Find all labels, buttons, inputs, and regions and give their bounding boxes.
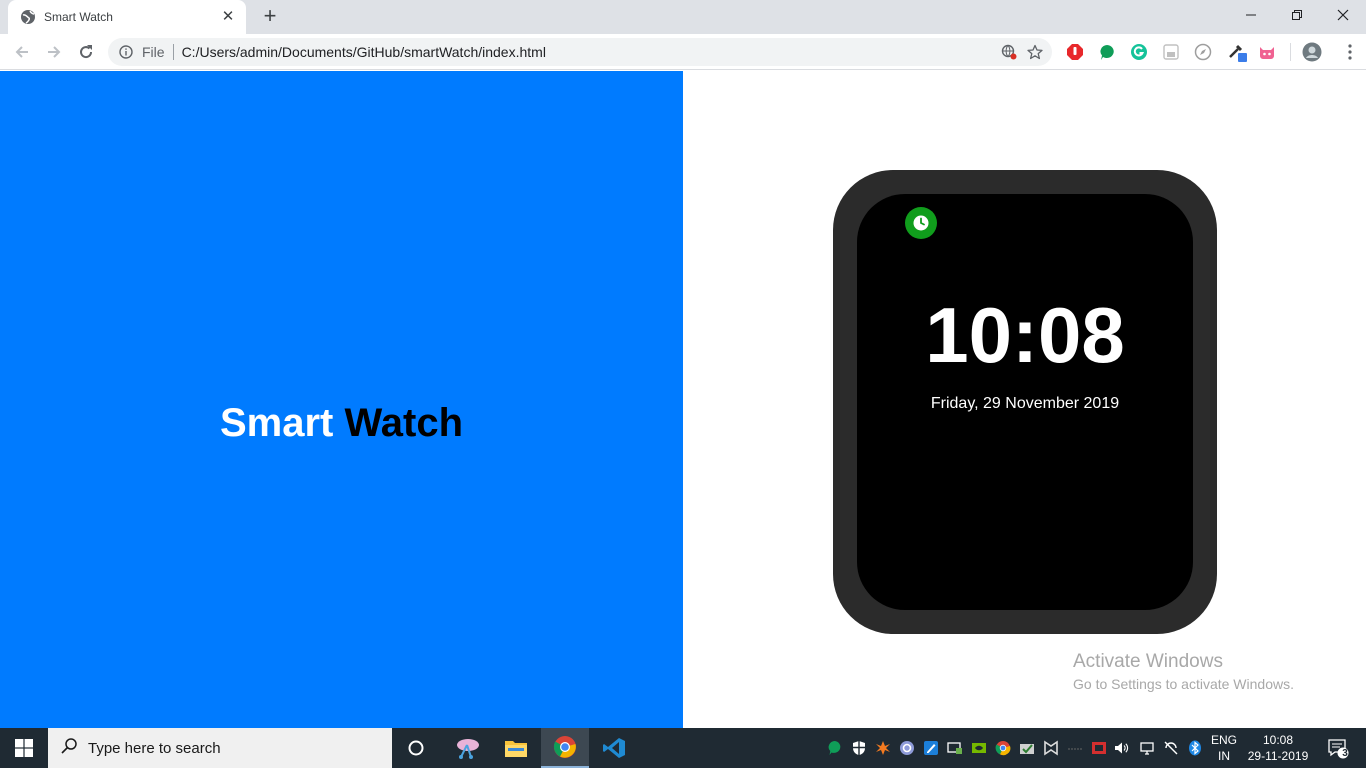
minimize-button[interactable] (1228, 0, 1274, 30)
language-code: ENG (1210, 733, 1237, 747)
activate-windows-title: Activate Windows (1073, 651, 1223, 672)
url-text[interactable]: C:/Users/admin/Documents/GitHub/smartWat… (182, 44, 996, 60)
tray-network-dots-icon[interactable] (1066, 739, 1084, 757)
cortana-button[interactable] (392, 728, 440, 768)
folder-icon (505, 741, 527, 757)
taskbar-app-explorer[interactable] (492, 728, 540, 768)
compass-extension-icon[interactable] (1193, 42, 1213, 62)
toolbar-divider (1290, 43, 1291, 61)
search-placeholder: Type here to search (88, 739, 221, 757)
browser-tab[interactable]: Smart Watch ✕ (8, 0, 246, 34)
tray-bluetooth-icon[interactable] (1186, 739, 1204, 757)
tray-security-icon[interactable] (850, 739, 868, 757)
hero-title-smart: Smart (219, 401, 334, 445)
action-center-button[interactable]: 3 (1318, 728, 1358, 768)
notification-count: 3 (1342, 748, 1348, 759)
tray-check-icon[interactable] (1018, 739, 1036, 757)
bookmark-star-icon[interactable] (1022, 39, 1048, 65)
tray-display-icon[interactable] (946, 739, 964, 757)
search-icon (60, 737, 78, 760)
clock-icon[interactable] (905, 207, 937, 239)
tray-editor-icon[interactable] (922, 739, 940, 757)
chat-extension-icon[interactable] (1097, 42, 1117, 62)
url-scheme-label: File (142, 44, 165, 60)
new-tab-button[interactable]: + (258, 5, 282, 29)
close-window-button[interactable] (1320, 0, 1366, 30)
grammarly-extension-icon[interactable] (1129, 42, 1149, 62)
save-extension-icon[interactable] (1161, 42, 1181, 62)
activate-windows-subtitle: Go to Settings to activate Windows. (1073, 676, 1294, 692)
tab-close-icon[interactable]: ✕ (220, 9, 236, 25)
watch-body: 10:08 Friday, 29 November 2019 (833, 170, 1217, 634)
hero-title-watch: Watch (344, 401, 464, 445)
back-button[interactable] (8, 38, 36, 66)
taskbar-clock[interactable]: 10:08 29-11-2019 (1244, 732, 1312, 764)
translate-icon[interactable] (996, 39, 1022, 65)
info-icon[interactable] (118, 44, 134, 60)
reload-icon (80, 45, 93, 59)
windows-taskbar: Type here to search ENG IN 10:08 29-11-2… (0, 728, 1366, 768)
taskbar-date: 29-11-2019 (1247, 749, 1309, 763)
back-arrow-icon (15, 46, 28, 58)
tray-volume-icon[interactable] (1112, 739, 1130, 757)
tab-title: Smart Watch (44, 10, 113, 24)
forward-button[interactable] (40, 38, 68, 66)
language-indicator[interactable]: ENG IN (1206, 732, 1242, 764)
tray-chat-icon[interactable] (826, 739, 844, 757)
browser-tabstrip: Smart Watch ✕ + (0, 0, 1366, 34)
cortana-circle-icon (408, 740, 424, 756)
language-region: IN (1218, 749, 1230, 763)
taskbar-app-snip[interactable] (444, 728, 492, 768)
tray-sync-off-icon[interactable] (1162, 739, 1180, 757)
tray-network-icon[interactable] (1138, 739, 1156, 757)
taskbar-time: 10:08 (1262, 733, 1294, 747)
start-button[interactable] (0, 728, 48, 768)
hero-panel: Smart Watch (0, 71, 683, 728)
watch-panel: 10:08 Friday, 29 November 2019 Activate … (683, 71, 1366, 728)
hero-title: Smart Watch (220, 401, 463, 446)
scheme-divider (172, 44, 174, 60)
tray-avast-icon[interactable] (874, 739, 892, 757)
eyedropper-extension-icon[interactable] (1227, 42, 1247, 62)
windows-logo-icon (15, 739, 33, 757)
forward-arrow-icon (48, 46, 61, 58)
activate-windows-watermark: Activate Windows Go to Settings to activ… (1073, 651, 1294, 692)
taskbar-app-vscode[interactable] (590, 728, 638, 768)
page-content: Smart Watch 10:08 Friday, 29 November 20… (0, 71, 1366, 728)
vscode-icon (603, 738, 625, 758)
browser-toolbar: File C:/Users/admin/Documents/GitHub/sma… (0, 34, 1366, 70)
reload-button[interactable] (72, 38, 100, 66)
tray-chrome-icon[interactable] (994, 739, 1012, 757)
tray-red-app-icon[interactable] (1090, 739, 1108, 757)
tray-browser-icon[interactable] (898, 739, 916, 757)
chrome-icon (553, 736, 576, 758)
snipping-tool-icon (457, 739, 479, 759)
globe-icon (20, 9, 36, 25)
watch-date: Friday, 29 November 2019 (930, 395, 1120, 412)
watch-time: 10:08 (925, 291, 1125, 379)
browser-menu-icon[interactable] (1340, 42, 1360, 62)
profile-avatar[interactable] (1302, 42, 1322, 62)
adblock-extension-icon[interactable] (1065, 42, 1085, 62)
cat-extension-icon[interactable] (1257, 42, 1277, 62)
restore-button[interactable] (1274, 0, 1320, 30)
taskbar-app-chrome[interactable] (541, 728, 589, 768)
tray-nvidia-icon[interactable] (970, 739, 988, 757)
tray-mcafee-icon[interactable] (1042, 739, 1060, 757)
watch-screen: 10:08 Friday, 29 November 2019 (857, 194, 1193, 610)
taskbar-search-box[interactable]: Type here to search (48, 728, 392, 768)
address-bar[interactable]: File C:/Users/admin/Documents/GitHub/sma… (108, 38, 1052, 66)
